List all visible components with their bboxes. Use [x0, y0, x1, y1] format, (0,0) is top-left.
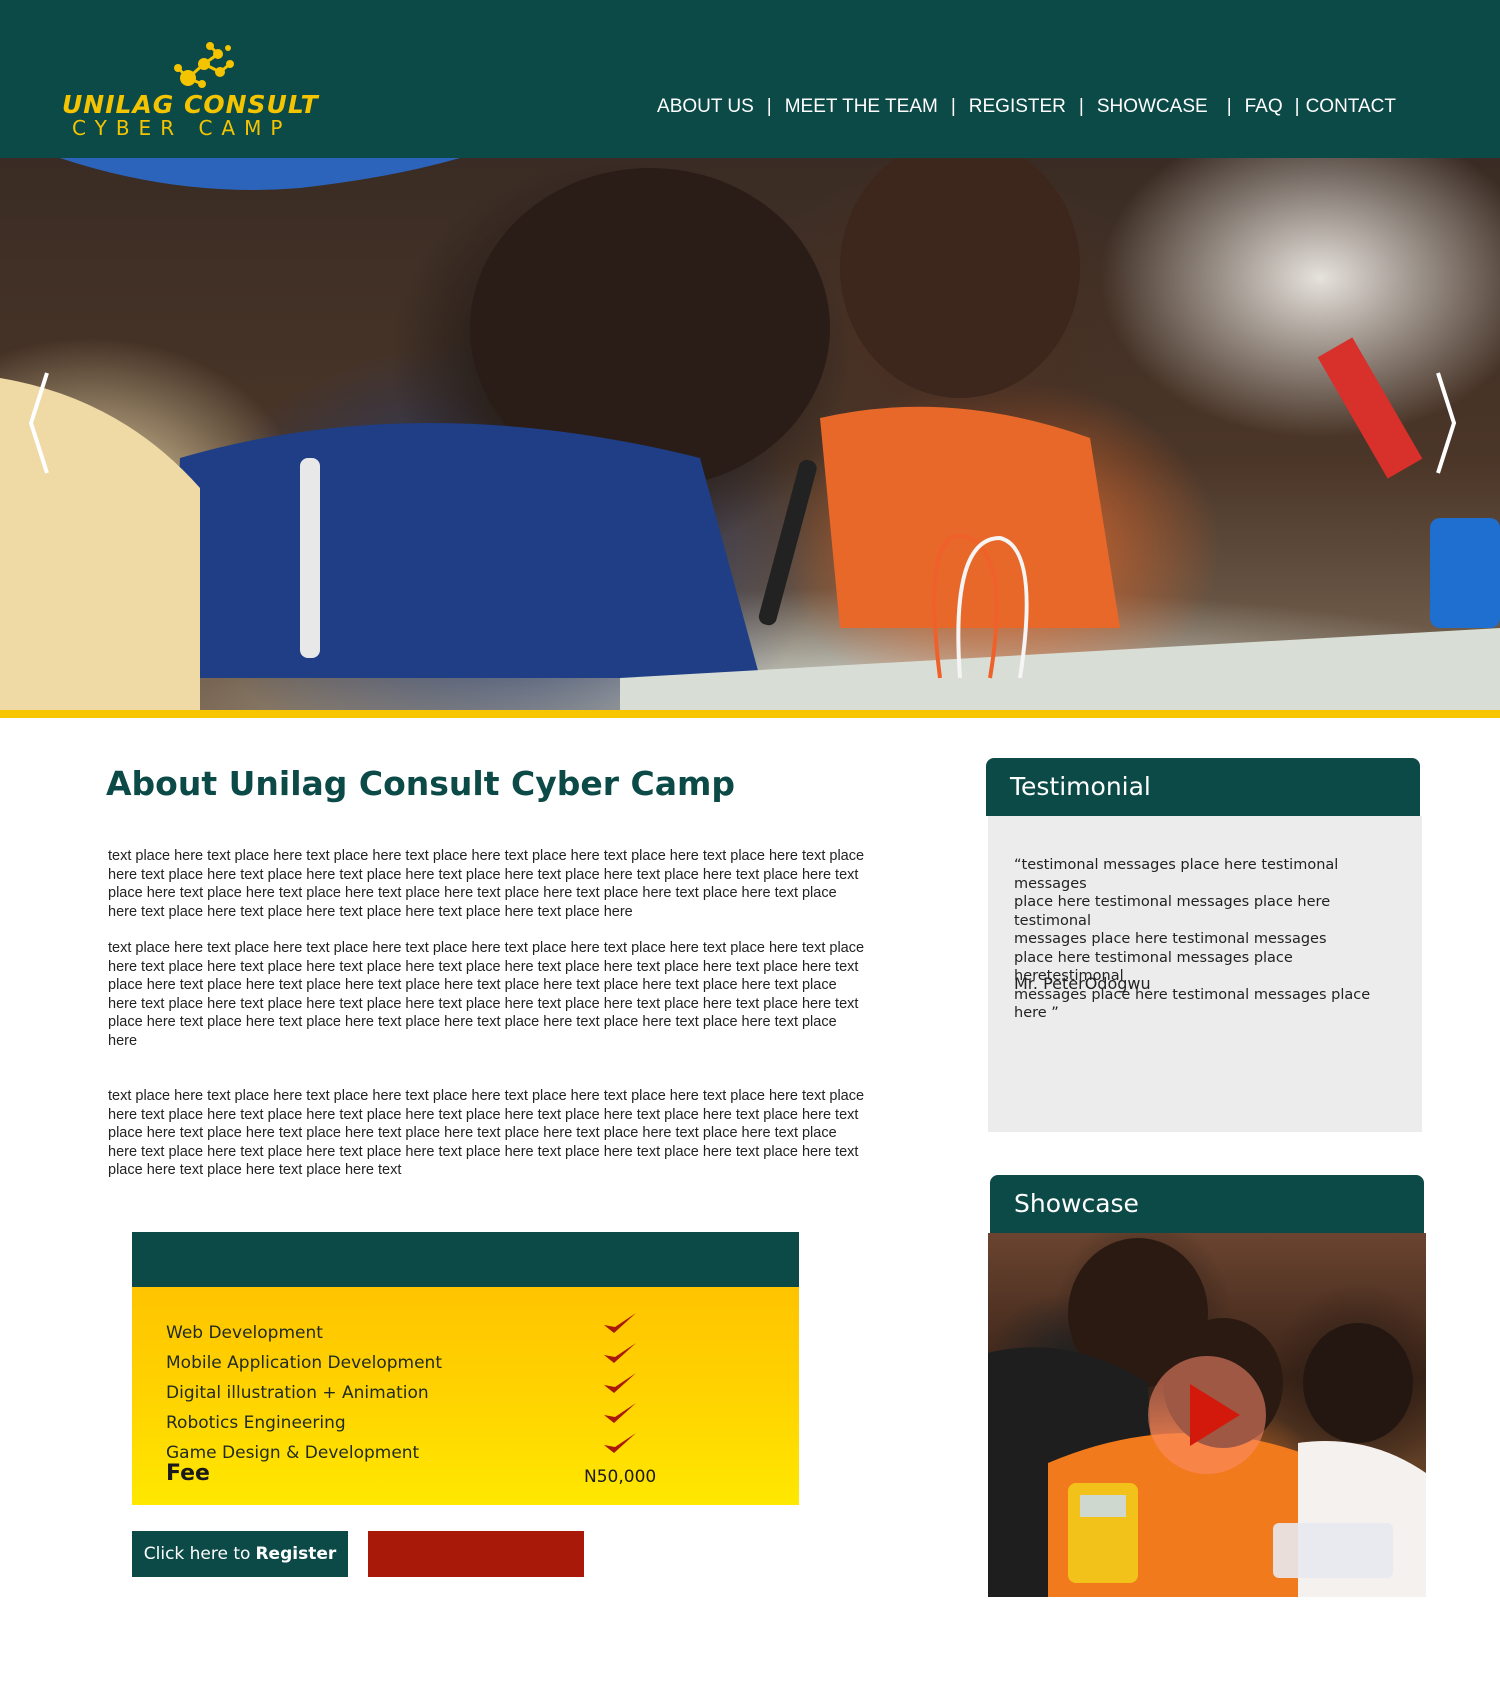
about-paragraph-3: text place here text place here text pla… [108, 1088, 865, 1178]
checkmark-icon [604, 1313, 636, 1333]
register-button-strong: Register [255, 1544, 337, 1564]
hero-slider [0, 158, 1500, 710]
fee-value: N50,000 [584, 1467, 657, 1487]
nav-separator: | [1294, 96, 1300, 117]
checkmark-icon [604, 1373, 636, 1393]
course-item: Digital illustration + Animation [166, 1383, 429, 1403]
testimonial-quote: “testimonal messages place here testimon… [1014, 857, 1371, 1021]
about-heading: About Unilag Consult Cyber Camp [106, 764, 735, 803]
secondary-button[interactable] [368, 1531, 584, 1577]
play-button[interactable] [1148, 1356, 1266, 1474]
site-header: UNILAG CONSULT CYBER CAMP ABOUT US | MEE… [0, 0, 1500, 158]
courses-header [132, 1232, 799, 1287]
nav-faq[interactable]: FAQ [1245, 96, 1283, 118]
nav-separator: | [766, 96, 772, 117]
nav-meet-the-team[interactable]: MEET THE TEAM [785, 96, 938, 118]
register-button-prefix: Click here to [143, 1544, 251, 1564]
about-heading-prefix: About [106, 764, 229, 803]
chevron-right-icon[interactable] [1430, 368, 1460, 478]
about-paragraph-2: text place here text place here text pla… [108, 940, 865, 1049]
checkmark-icon [604, 1433, 636, 1453]
testimonial-header: Testimonial [986, 758, 1420, 816]
showcase-header: Showcase [990, 1175, 1424, 1233]
nav-register[interactable]: REGISTER [969, 96, 1066, 118]
about-heading-strong: Unilag Consult Cyber Camp [228, 764, 735, 803]
nav-about-us[interactable]: ABOUT US [657, 96, 754, 118]
main-nav: ABOUT US | MEET THE TEAM | REGISTER | SH… [657, 96, 1396, 118]
about-paragraph-1: text place here text place here text pla… [108, 848, 865, 920]
chevron-left-icon[interactable] [25, 368, 55, 478]
showcase-video[interactable] [988, 1233, 1426, 1597]
nav-separator: | [950, 96, 956, 117]
course-item: Web Development [166, 1323, 323, 1343]
nav-showcase[interactable]: SHOWCASE [1097, 96, 1208, 118]
molecule-logo-icon [174, 42, 234, 88]
hero-divider [0, 710, 1500, 718]
testimonial-title: Testimonial [1010, 772, 1151, 801]
brand-logo[interactable]: UNILAG CONSULT CYBER CAMP [62, 40, 322, 140]
showcase-title: Showcase [1014, 1189, 1139, 1218]
course-item: Robotics Engineering [166, 1413, 346, 1433]
brand-name: UNILAG CONSULT [62, 90, 319, 119]
nav-contact[interactable]: CONTACT [1306, 96, 1396, 118]
nav-separator: | [1226, 96, 1232, 117]
course-item: Mobile Application Development [166, 1353, 443, 1373]
nav-separator: | [1078, 96, 1084, 117]
courses-panel: Web Development Mobile Application Devel… [132, 1287, 799, 1505]
fee-label: Fee [166, 1461, 210, 1486]
course-item: Game Design & Development [166, 1443, 420, 1463]
play-icon [1190, 1384, 1240, 1446]
hero-image [0, 158, 1500, 710]
testimonial-panel: “testimonal messages place here testimon… [988, 816, 1422, 1132]
checkmark-icon [604, 1343, 636, 1363]
checkmark-icon [604, 1403, 636, 1423]
testimonial-author: Mr. PeterOdogwu [1014, 974, 1151, 993]
register-button[interactable]: Click here to Register [132, 1531, 348, 1577]
brand-tagline: CYBER CAMP [72, 116, 292, 140]
